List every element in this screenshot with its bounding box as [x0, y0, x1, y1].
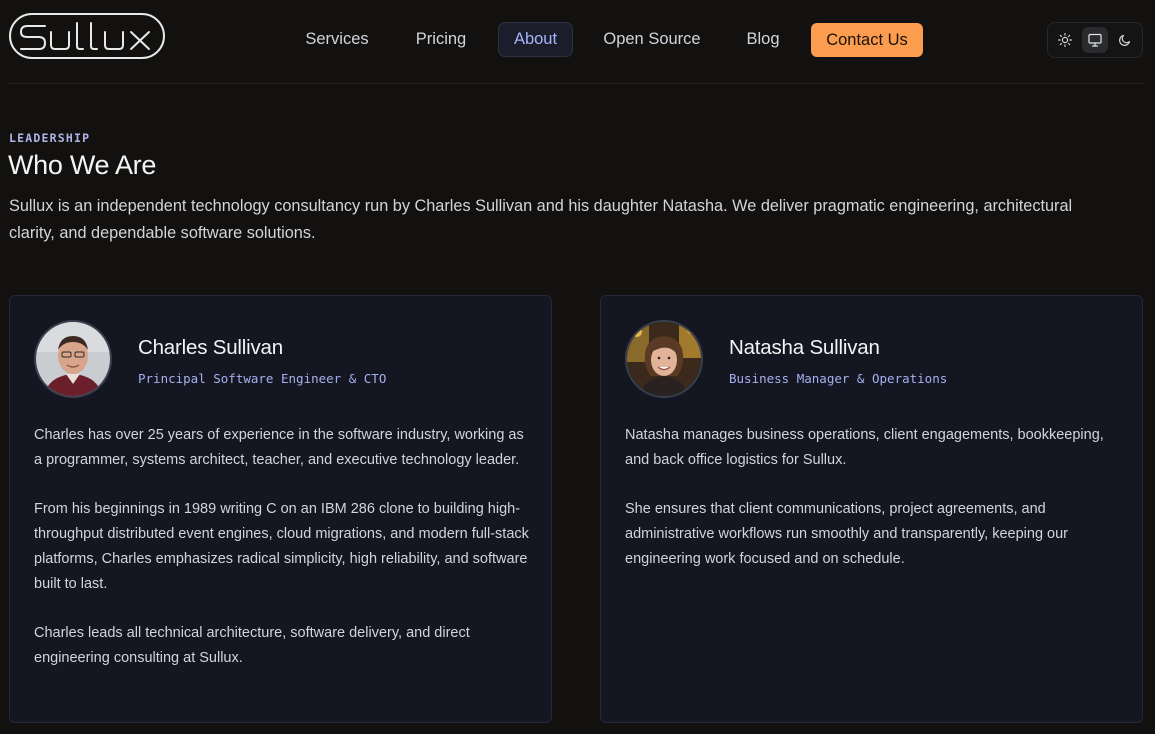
theme-toggle — [1047, 22, 1143, 58]
light-theme-button[interactable] — [1052, 27, 1078, 53]
moon-icon — [1119, 34, 1131, 46]
nav-about[interactable]: About — [498, 22, 573, 57]
bio-paragraph: She ensures that client communications, … — [625, 501, 1068, 567]
monitor-icon — [1088, 33, 1102, 47]
system-theme-button[interactable] — [1082, 27, 1108, 53]
main-nav: Services Pricing About Open Source Blog … — [0, 22, 1155, 58]
avatar-charles — [34, 320, 112, 398]
bio-paragraph: From his beginnings in 1989 writing C on… — [34, 501, 529, 592]
section-eyebrow: LEADERSHIP — [9, 131, 91, 145]
nav-pricing[interactable]: Pricing — [405, 22, 477, 57]
nav-blog[interactable]: Blog — [736, 22, 790, 57]
bio-paragraph: Charles has over 25 years of experience … — [34, 427, 524, 468]
natasha-portrait — [627, 322, 701, 396]
bio-paragraph: Charles leads all technical architecture… — [34, 625, 470, 666]
bio-paragraph: Natasha manages business operations, cli… — [625, 427, 1104, 468]
person-bio: Charles has over 25 years of experience … — [34, 423, 534, 695]
contact-us-button[interactable]: Contact Us — [811, 23, 923, 57]
sun-icon — [1058, 33, 1072, 47]
site-header: Services Pricing About Open Source Blog … — [0, 0, 1155, 83]
nav-services[interactable]: Services — [296, 22, 378, 57]
nav-open-source[interactable]: Open Source — [595, 22, 709, 57]
charles-portrait — [36, 322, 110, 396]
person-bio: Natasha manages business operations, cli… — [625, 423, 1125, 596]
avatar-natasha — [625, 320, 703, 398]
person-role: Business Manager & Operations — [729, 371, 948, 386]
section-title: Who We Are — [8, 150, 157, 180]
person-name: Natasha Sullivan — [729, 336, 880, 359]
dark-theme-button[interactable] — [1112, 27, 1138, 53]
team-card-charles: Charles Sullivan Principal Software Engi… — [9, 295, 552, 723]
header-divider — [9, 83, 1143, 84]
person-role: Principal Software Engineer & CTO — [138, 371, 387, 386]
person-name: Charles Sullivan — [138, 336, 283, 359]
team-card-natasha: Natasha Sullivan Business Manager & Oper… — [600, 295, 1143, 723]
section-intro: Sullux is an independent technology cons… — [9, 197, 1073, 242]
